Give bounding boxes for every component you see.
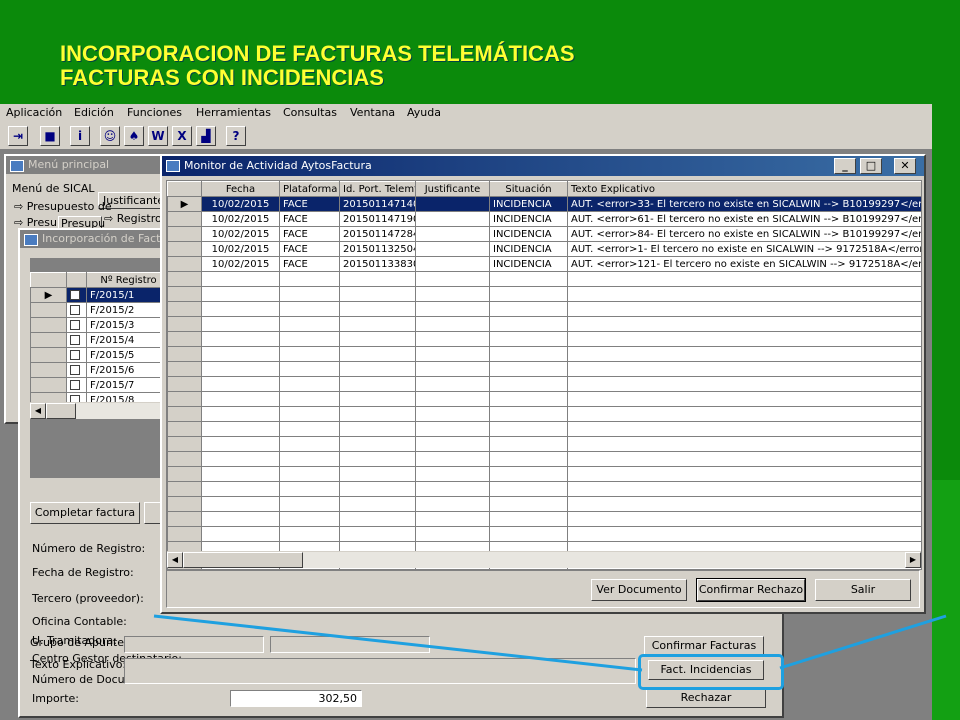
fact-incidencias-highlight — [638, 654, 784, 690]
callout-lines — [153, 614, 947, 672]
